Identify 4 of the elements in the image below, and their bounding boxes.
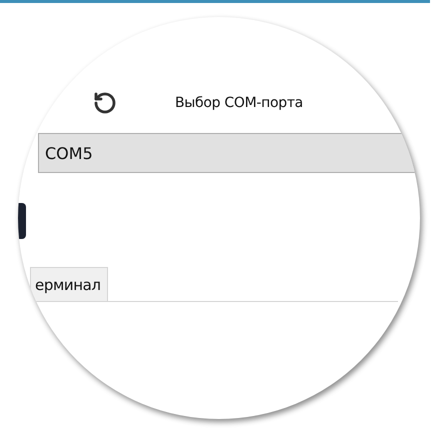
refresh-icon[interactable] [93, 91, 117, 115]
com-port-label: Выбор COM-порта [175, 95, 303, 111]
dark-shape [18, 203, 26, 239]
terminal-tab[interactable]: ерминал [30, 267, 108, 301]
